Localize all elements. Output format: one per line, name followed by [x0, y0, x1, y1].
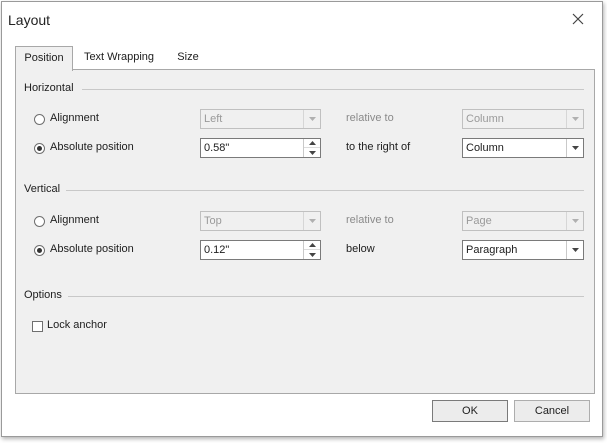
horizontal-alignment-label: Alignment	[50, 112, 99, 124]
chevron-down-icon	[303, 110, 320, 128]
chevron-down-icon[interactable]	[566, 139, 583, 157]
vertical-alignment-radio[interactable]	[34, 216, 45, 227]
ok-button[interactable]: OK	[432, 400, 508, 422]
combo-value: Top	[204, 215, 222, 227]
dialog-title: Layout	[8, 12, 51, 28]
spinner-value[interactable]: 0.58"	[204, 142, 229, 154]
combo-value: Column	[466, 142, 504, 154]
combo-value: Paragraph	[466, 244, 518, 256]
vertical-absolute-radio[interactable]	[34, 245, 45, 256]
horizontal-section-title: Horizontal	[24, 82, 74, 94]
horizontal-alignment-combo: Left	[200, 109, 321, 129]
vertical-absolute-spinner[interactable]: 0.12"	[200, 240, 321, 260]
section-divider	[66, 190, 584, 191]
spin-down-icon[interactable]	[304, 148, 320, 157]
cancel-button[interactable]: Cancel	[514, 400, 590, 422]
horizontal-alignment-relative-combo: Column	[462, 109, 584, 129]
spin-up-icon[interactable]	[304, 139, 320, 148]
chevron-down-icon	[566, 110, 583, 128]
vertical-alignment-combo: Top	[200, 211, 321, 231]
tab-position[interactable]: Position	[15, 46, 73, 71]
vertical-absolute-relative-combo[interactable]: Paragraph	[462, 240, 584, 260]
horizontal-absolute-label: Absolute position	[50, 141, 134, 153]
close-icon[interactable]	[570, 11, 586, 27]
section-divider	[82, 89, 584, 90]
vertical-section-title: Vertical	[24, 183, 61, 195]
vertical-absolute-label: Absolute position	[50, 243, 134, 255]
options-section-title: Options	[24, 289, 62, 301]
vertical-absolute-relative-label: below	[346, 243, 375, 255]
chevron-down-icon[interactable]	[566, 241, 583, 259]
spin-down-icon[interactable]	[304, 250, 320, 259]
lock-anchor-checkbox[interactable]	[32, 321, 43, 332]
horizontal-absolute-relative-combo[interactable]: Column	[462, 138, 584, 158]
tab-text-wrapping[interactable]: Text Wrapping	[77, 46, 161, 70]
layout-dialog: Layout Position Text Wrapping Size Horiz…	[1, 1, 603, 437]
vertical-alignment-relative-label: relative to	[346, 214, 394, 226]
horizontal-absolute-radio[interactable]	[34, 143, 45, 154]
combo-value: Column	[466, 113, 504, 125]
horizontal-alignment-radio[interactable]	[34, 114, 45, 125]
spin-up-icon[interactable]	[304, 241, 320, 250]
combo-value: Page	[466, 215, 492, 227]
horizontal-absolute-relative-label: to the right of	[346, 141, 411, 153]
vertical-alignment-label: Alignment	[50, 214, 99, 226]
combo-value: Left	[204, 113, 223, 125]
chevron-down-icon	[303, 212, 320, 230]
chevron-down-icon	[566, 212, 583, 230]
horizontal-alignment-relative-label: relative to	[346, 112, 394, 124]
lock-anchor-label: Lock anchor	[47, 319, 107, 331]
position-panel: Horizontal Alignment Left relative to Co…	[15, 69, 595, 394]
spinner-value[interactable]: 0.12"	[204, 244, 229, 256]
vertical-alignment-relative-combo: Page	[462, 211, 584, 231]
horizontal-absolute-spinner[interactable]: 0.58"	[200, 138, 321, 158]
section-divider	[68, 296, 584, 297]
tab-size[interactable]: Size	[171, 46, 205, 70]
